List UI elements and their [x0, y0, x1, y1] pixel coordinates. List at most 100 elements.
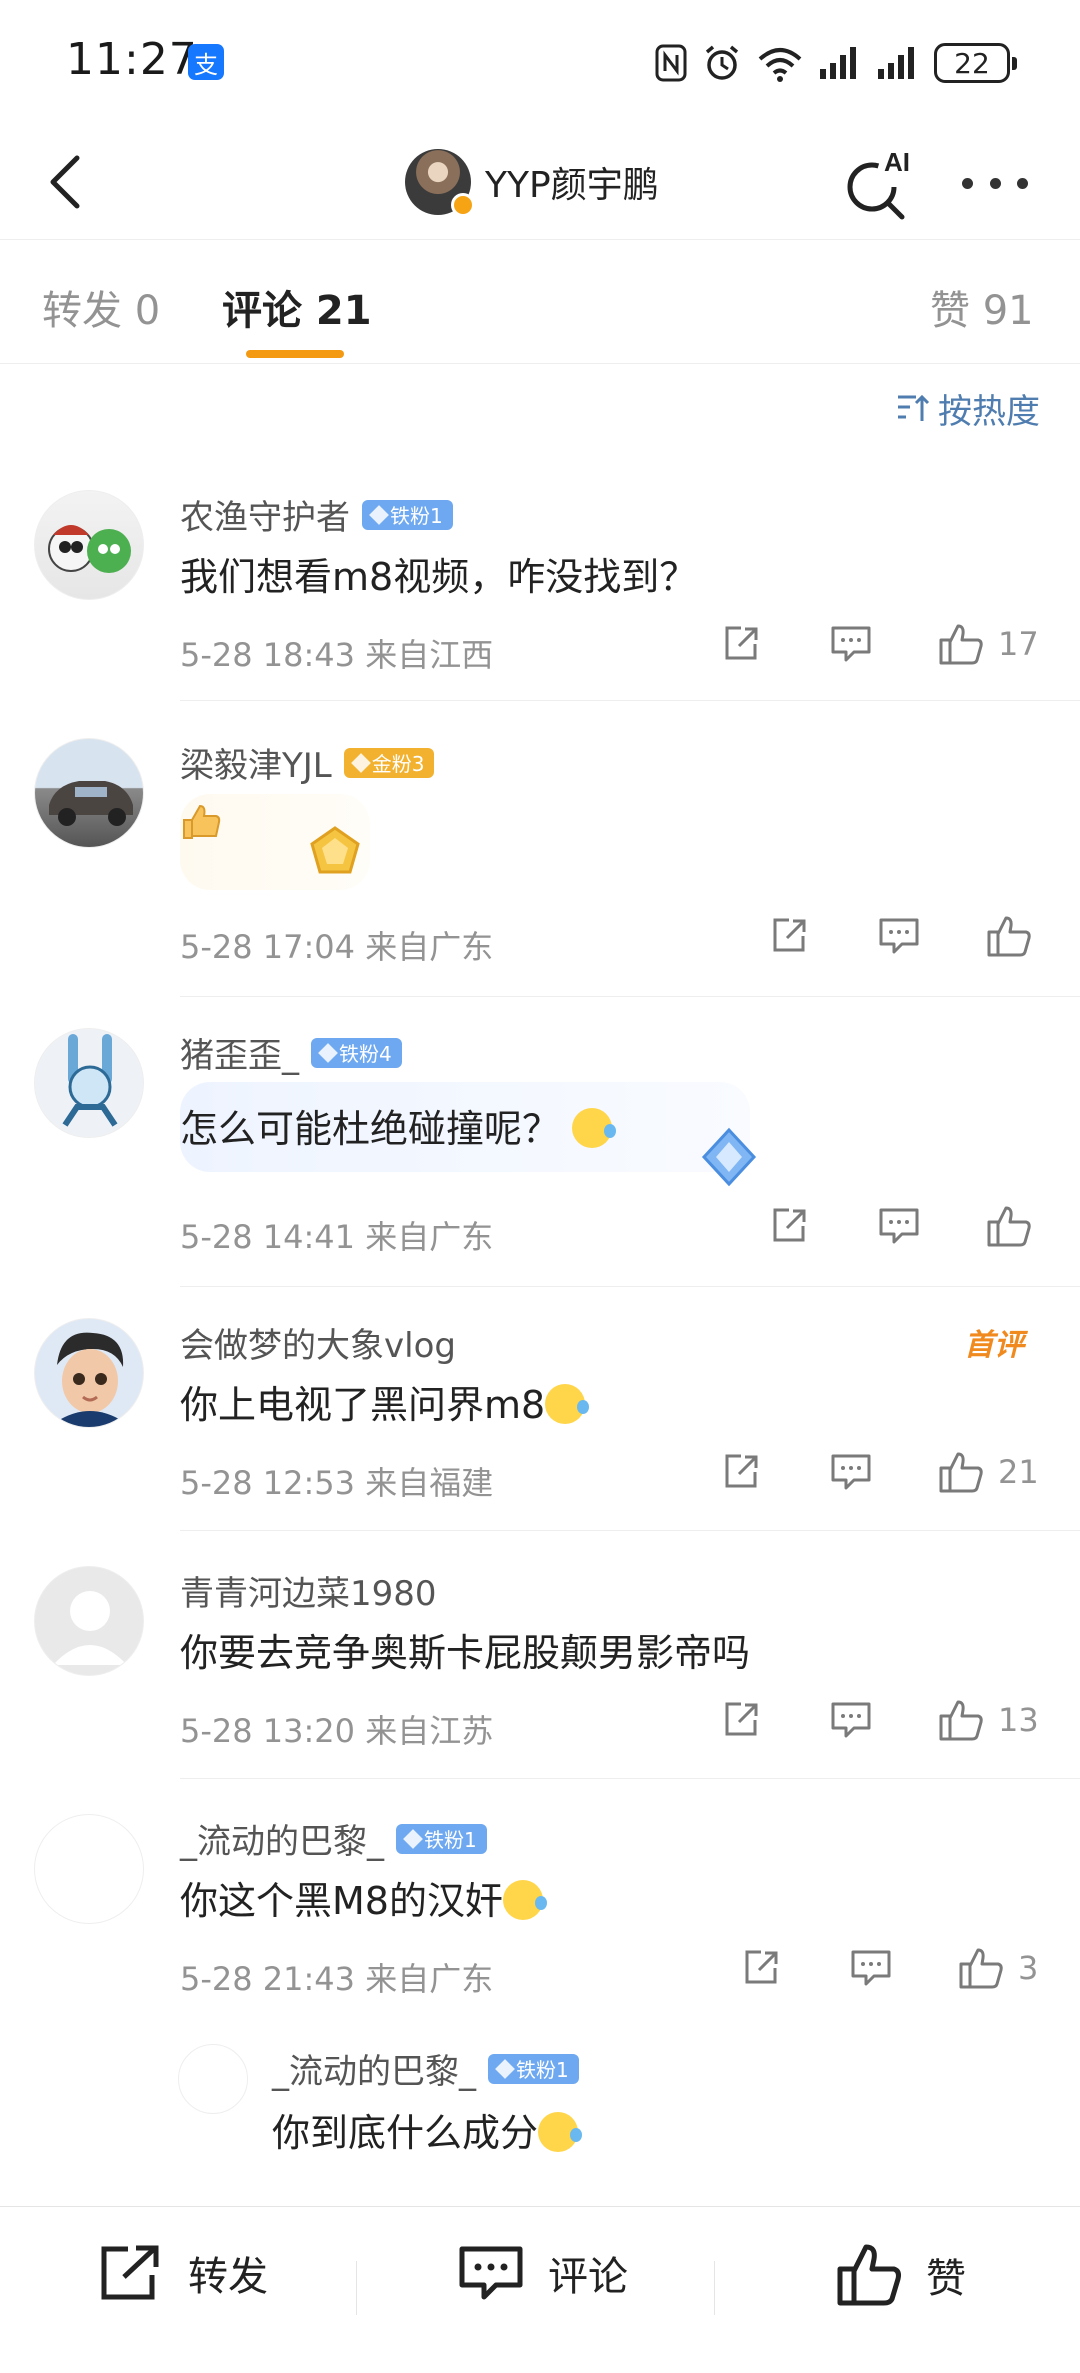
share-icon: [725, 626, 758, 660]
comment-meta: 5-28 14:41 来自广东: [180, 1218, 494, 1256]
avatar[interactable]: [34, 490, 144, 600]
more-button[interactable]: [962, 165, 1028, 201]
reply-button[interactable]: [828, 1452, 874, 1492]
comment-author[interactable]: 梁毅津YJL: [180, 738, 332, 787]
sort-button[interactable]: 按热度: [896, 384, 1040, 433]
divider: [180, 996, 1080, 997]
sort-label: 按热度: [938, 392, 1040, 432]
first-comment-tag: 首评: [964, 1328, 1024, 1363]
share-button[interactable]: [718, 1700, 764, 1740]
repost-label: 转发: [188, 2254, 268, 2300]
like-post-button[interactable]: 赞: [836, 2243, 966, 2307]
status-bar: 11:27 支 22: [0, 0, 1080, 125]
bottom-action-bar: 转发 评论 赞: [0, 2206, 1080, 2373]
share-button[interactable]: [718, 1452, 764, 1492]
tab-comments[interactable]: 评论 21: [222, 278, 372, 336]
tab-indicator: [246, 350, 344, 358]
like-button[interactable]: 17: [938, 622, 1039, 666]
comment-author[interactable]: 青青河边菜1980: [180, 1566, 437, 1615]
comment-icon: [831, 1454, 871, 1490]
like-button[interactable]: 3: [958, 1946, 1056, 1990]
thumbs-up-icon: [959, 1948, 1003, 1989]
comment-meta: 5-28 18:43 来自江西: [180, 636, 494, 674]
tab-likes[interactable]: 赞 91: [930, 278, 1034, 336]
fan-badge: 铁粉1: [362, 499, 453, 530]
signal-icon-2: [878, 47, 914, 79]
thumbs-up-emoji-icon: [183, 804, 221, 839]
like-count: 3: [1018, 1949, 1039, 1987]
comment-label: 评论: [548, 2254, 628, 2300]
avatar[interactable]: [405, 149, 475, 217]
signal-icon: [820, 47, 856, 79]
avatar[interactable]: [34, 1566, 144, 1676]
thumbs-up-icon: [939, 1452, 983, 1493]
reply-author[interactable]: _流动的巴黎_: [272, 2044, 476, 2093]
share-icon: [101, 2245, 159, 2300]
comment-author[interactable]: _流动的巴黎_: [180, 1814, 384, 1863]
comment-text: 我们想看m8视频，咋没找到？: [180, 555, 698, 599]
like-button[interactable]: [986, 914, 1032, 958]
nav-username: YYP颜宇鹏: [485, 165, 659, 206]
divider: [180, 1778, 1080, 1779]
comment-meta: 5-28 21:43 来自广东: [180, 1960, 494, 1998]
share-button[interactable]: [718, 624, 764, 664]
like-count: 17: [998, 625, 1039, 663]
like-count: 21: [998, 1453, 1039, 1491]
comment-author[interactable]: 会做梦的大象vlog: [180, 1318, 456, 1367]
repost-button[interactable]: 转发: [98, 2243, 268, 2303]
reply-button[interactable]: [876, 1206, 922, 1246]
comment-button[interactable]: 评论: [458, 2243, 628, 2303]
share-icon: [725, 1702, 758, 1736]
comment-text: 你要去竞争奥斯卡屁股颠男影帝吗: [180, 1631, 751, 1675]
sort-icon: [898, 394, 930, 421]
avatar[interactable]: [34, 1814, 144, 1924]
divider: [180, 700, 1080, 701]
reply-button[interactable]: [828, 1700, 874, 1740]
share-icon: [773, 1208, 806, 1242]
avatar[interactable]: [34, 1318, 144, 1428]
share-button[interactable]: [766, 1206, 812, 1246]
avatar[interactable]: [178, 2044, 248, 2114]
status-time: 11:27: [66, 34, 198, 85]
comment-icon: [879, 1208, 919, 1244]
back-button[interactable]: [30, 147, 100, 217]
divider: [180, 1530, 1080, 1531]
comment-meta: 5-28 13:20 来自江苏: [180, 1712, 494, 1750]
thumbs-up-icon: [987, 1206, 1031, 1247]
ai-search-button[interactable]: AI: [840, 145, 920, 221]
like-count: 13: [998, 1701, 1039, 1739]
comment-icon: [851, 1950, 891, 1986]
share-button[interactable]: [738, 1948, 784, 1988]
like-button[interactable]: 13: [938, 1698, 1039, 1742]
reply-text: 你到底什么成分: [272, 2102, 583, 2157]
diamond-fan-emblem-icon: [701, 1127, 757, 1187]
like-button[interactable]: 21: [938, 1450, 1039, 1494]
tab-repost[interactable]: 转发 0: [42, 278, 160, 336]
alarm-icon: [705, 45, 739, 80]
like-button[interactable]: [986, 1204, 1032, 1248]
chevron-left-icon: [50, 155, 80, 209]
avatar[interactable]: [34, 738, 144, 848]
thumbs-up-icon: [939, 1700, 983, 1741]
divider: [180, 1286, 1080, 1287]
battery-icon: 22: [934, 43, 1017, 83]
fan-badge: 铁粉1: [488, 2053, 579, 2084]
reply-button[interactable]: [848, 1948, 894, 1988]
avatar[interactable]: [34, 1028, 144, 1138]
verified-badge-icon: [451, 193, 475, 217]
comment-icon: [879, 918, 919, 954]
wifi-icon: [758, 48, 802, 82]
comment-icon: [831, 626, 871, 662]
reply-button[interactable]: [876, 916, 922, 956]
ai-search-icon: AI: [847, 147, 910, 220]
ai-label: AI: [884, 147, 910, 177]
comment-author[interactable]: 猪歪歪_: [180, 1028, 299, 1077]
comment-author[interactable]: 农渔守护者: [180, 490, 350, 539]
comment-text: 怎么可能杜绝碰撞呢？: [180, 1098, 617, 1153]
nav-user[interactable]: YYP颜宇鹏: [405, 143, 659, 221]
like-label: 赞: [926, 2256, 966, 2302]
share-button[interactable]: [766, 916, 812, 956]
reply-button[interactable]: [828, 624, 874, 664]
comment-icon: [831, 1702, 871, 1738]
thumbs-up-icon: [837, 2244, 901, 2306]
